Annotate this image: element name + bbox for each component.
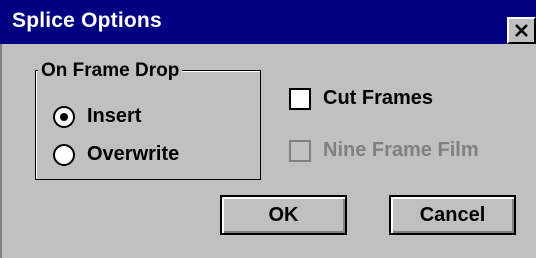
splice-options-dialog: Splice Options On Frame Drop Insert Over… bbox=[0, 0, 536, 258]
radio-selected-dot bbox=[60, 112, 68, 121]
checkbox-nine-frame-film: Nine Frame Film bbox=[289, 139, 479, 162]
window-title: Splice Options bbox=[12, 9, 162, 32]
checkbox[interactable] bbox=[289, 87, 311, 110]
checkbox-label-cut-frames: Cut Frames bbox=[323, 87, 434, 109]
ok-button[interactable]: OK bbox=[220, 195, 347, 235]
checkbox-label-nine-frame-film: Nine Frame Film bbox=[323, 139, 479, 161]
close-button[interactable] bbox=[507, 17, 536, 44]
radio-button[interactable] bbox=[53, 105, 75, 128]
checkbox-cut-frames[interactable]: Cut Frames bbox=[289, 87, 433, 110]
checkbox-disabled bbox=[289, 139, 311, 162]
radio-label-overwrite: Overwrite bbox=[87, 143, 180, 165]
group-label: On Frame Drop bbox=[38, 60, 183, 82]
cancel-button[interactable]: Cancel bbox=[389, 195, 516, 235]
dialog-border bbox=[0, 44, 2, 258]
radio-button[interactable] bbox=[53, 143, 75, 166]
radio-insert[interactable]: Insert bbox=[53, 105, 141, 128]
close-x-icon bbox=[515, 24, 528, 37]
radio-overwrite[interactable]: Overwrite bbox=[53, 143, 179, 166]
radio-label-insert: Insert bbox=[87, 105, 142, 127]
title-bar[interactable]: Splice Options bbox=[0, 0, 536, 44]
